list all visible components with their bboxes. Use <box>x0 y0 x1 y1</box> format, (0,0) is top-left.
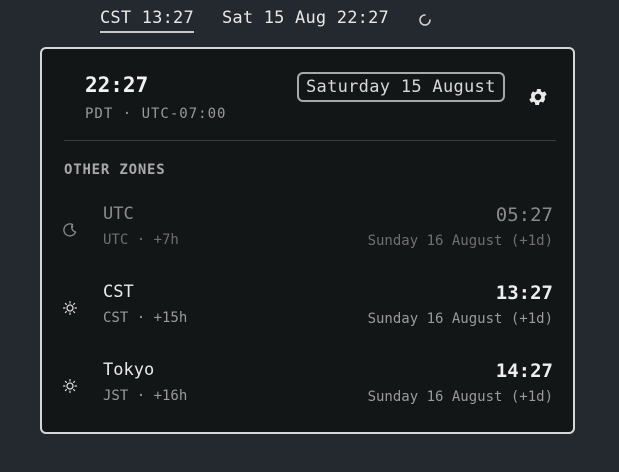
zone-time: 13:27 <box>495 282 553 304</box>
main-time: 22:27 <box>85 73 149 97</box>
zone-offset: CST · +15h <box>103 310 188 326</box>
divider <box>64 140 556 141</box>
date-pill[interactable]: Saturday 15 August <box>297 72 505 102</box>
zone-time: 05:27 <box>495 204 553 226</box>
zone-offset: UTC · +7h <box>103 232 179 248</box>
gear-icon[interactable] <box>527 86 549 108</box>
zone-date: Sunday 16 August (+1d) <box>367 233 553 249</box>
zone-row-tokyo[interactable]: Tokyo JST · +16h 14:27 Sunday 16 August … <box>42 360 573 420</box>
sun-icon <box>62 378 78 394</box>
moon-icon <box>62 222 78 238</box>
zone-time: 14:27 <box>495 360 553 382</box>
zone-offset: JST · +16h <box>103 388 188 404</box>
top-date-label[interactable]: Sat 15 Aug 22:27 <box>222 8 389 28</box>
loading-spinner-icon[interactable] <box>418 12 432 26</box>
sun-icon <box>62 300 78 316</box>
zone-name: CST <box>103 282 134 302</box>
zone-row-cst[interactable]: CST CST · +15h 13:27 Sunday 16 August (+… <box>42 282 573 342</box>
main-zone-label: PDT · UTC-07:00 <box>85 106 227 122</box>
top-clock-tab[interactable]: CST 13:27 <box>100 8 194 33</box>
section-title: OTHER ZONES <box>64 162 166 178</box>
clock-popup: 22:27 PDT · UTC-07:00 Saturday 15 August… <box>40 47 575 434</box>
top-bar: CST 13:27 Sat 15 Aug 22:27 <box>0 0 619 40</box>
zone-name: UTC <box>103 204 134 224</box>
zone-date: Sunday 16 August (+1d) <box>367 389 553 405</box>
zone-date: Sunday 16 August (+1d) <box>367 311 553 327</box>
zone-row-utc[interactable]: UTC UTC · +7h 05:27 Sunday 16 August (+1… <box>42 204 573 264</box>
zone-name: Tokyo <box>103 360 155 380</box>
